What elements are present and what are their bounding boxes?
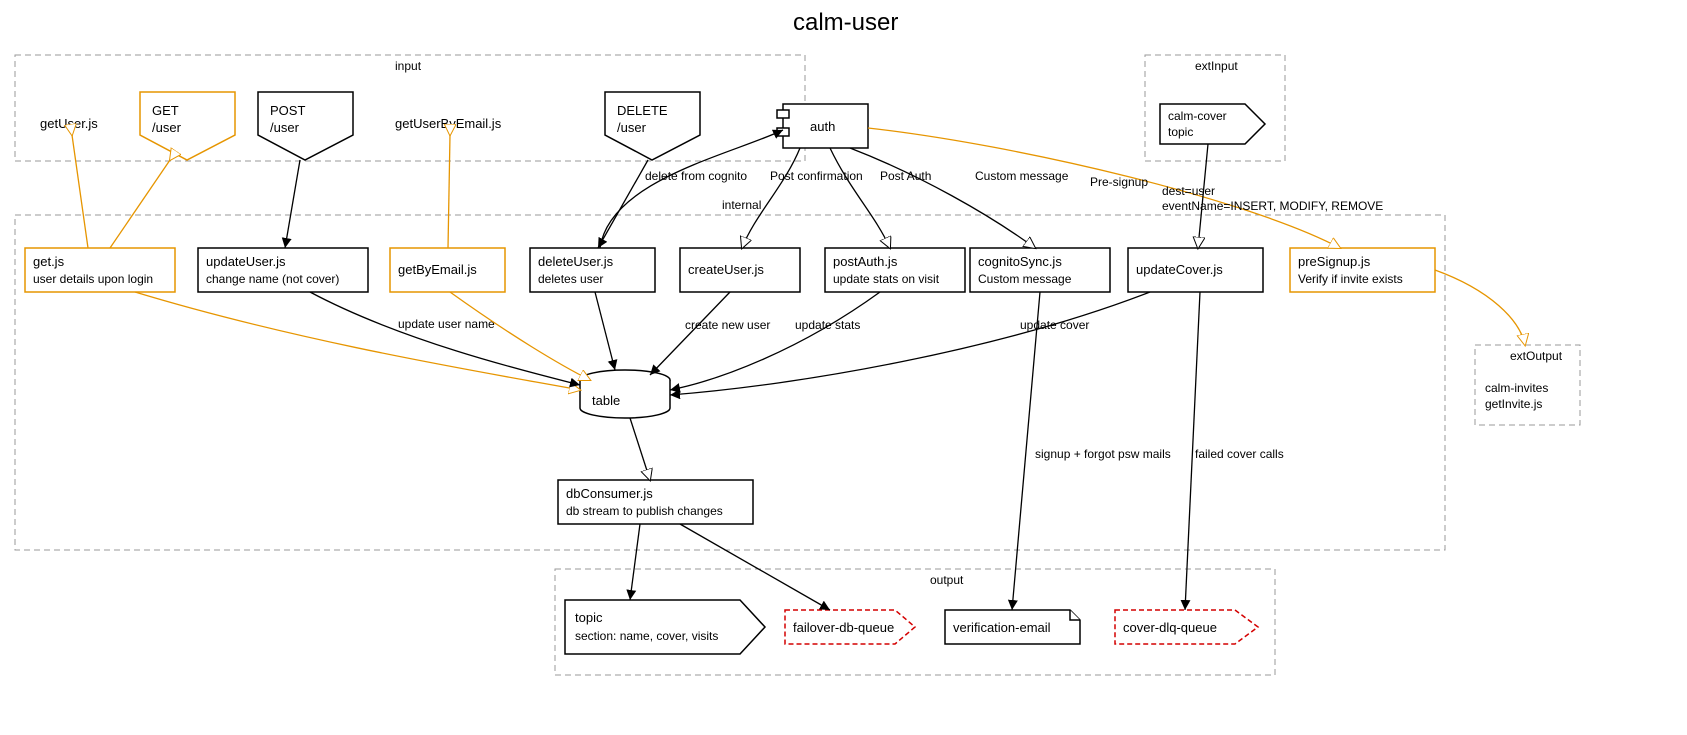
edge-label-signupforgot: signup + forgot psw mails bbox=[1035, 447, 1171, 461]
dbconsumer-box: dbConsumer.js db stream to publish chang… bbox=[558, 480, 753, 524]
svg-text:calm-cover: calm-cover bbox=[1168, 109, 1227, 123]
edge-deleteuser-table bbox=[595, 292, 615, 370]
label-getuser: getUser.js bbox=[40, 116, 98, 131]
edge-dbconsumer-topic bbox=[630, 524, 640, 600]
svg-text:GET: GET bbox=[152, 103, 179, 118]
svg-text:cover-dlq-queue: cover-dlq-queue bbox=[1123, 620, 1217, 635]
lambda-createuser: createUser.js bbox=[680, 248, 800, 292]
edge-dbconsumer-failover bbox=[680, 524, 830, 610]
edge-postauth-table bbox=[670, 292, 880, 390]
cluster-extoutput-label: extOutput bbox=[1510, 349, 1563, 363]
svg-text:POST: POST bbox=[270, 103, 305, 118]
page-title: calm-user bbox=[793, 9, 898, 36]
svg-text:updateUser.js: updateUser.js bbox=[206, 254, 286, 269]
label-getuserbyemail: getUserByEmail.js bbox=[395, 116, 502, 131]
extoutput-line2: getInvite.js bbox=[1485, 397, 1542, 411]
svg-text:dbConsumer.js: dbConsumer.js bbox=[566, 486, 653, 501]
edge-presignup-extoutput bbox=[1435, 270, 1525, 345]
output-topic: topic section: name, cover, visits bbox=[565, 600, 765, 654]
svg-text:getByEmail.js: getByEmail.js bbox=[398, 262, 477, 277]
svg-text:/user: /user bbox=[270, 120, 300, 135]
edge-auth-cognitosync bbox=[850, 148, 1035, 248]
svg-text:update stats on visit: update stats on visit bbox=[833, 272, 940, 286]
svg-text:/user: /user bbox=[152, 120, 182, 135]
svg-text:updateCover.js: updateCover.js bbox=[1136, 262, 1223, 277]
ext-input-topic: calm-cover topic bbox=[1160, 104, 1265, 144]
edge-label-custommsg: Custom message bbox=[975, 169, 1069, 183]
cluster-input-label: input bbox=[395, 59, 422, 73]
svg-text:DELETE: DELETE bbox=[617, 103, 668, 118]
svg-text:change name (not cover): change name (not cover) bbox=[206, 272, 339, 286]
svg-text:createUser.js: createUser.js bbox=[688, 262, 764, 277]
lambda-get: get.js user details upon login bbox=[25, 248, 175, 292]
edge-getjs-to-getuser bbox=[72, 135, 88, 248]
edge-post-updateuser bbox=[285, 160, 300, 248]
lambda-updateuser: updateUser.js change name (not cover) bbox=[198, 248, 368, 292]
table-cylinder: table bbox=[580, 370, 670, 418]
svg-text:get.js: get.js bbox=[33, 254, 65, 269]
svg-text:Verify if invite exists: Verify if invite exists bbox=[1298, 272, 1403, 286]
lambda-cognitosync: cognitoSync.js Custom message bbox=[970, 248, 1110, 292]
edge-label-updateusername: update user name bbox=[398, 317, 495, 331]
svg-text:preSignup.js: preSignup.js bbox=[1298, 254, 1371, 269]
svg-text:/user: /user bbox=[617, 120, 647, 135]
cluster-extinput-label: extInput bbox=[1195, 59, 1238, 73]
edge-table-dbconsumer bbox=[630, 418, 650, 480]
svg-text:deleteUser.js: deleteUser.js bbox=[538, 254, 614, 269]
edge-getbyemail bbox=[448, 135, 450, 248]
edge-label-delete-cognito: delete from cognito bbox=[645, 169, 747, 183]
extoutput-line1: calm-invites bbox=[1485, 381, 1548, 395]
edge-auth-postauth bbox=[830, 148, 890, 248]
edge-label-failedcover: failed cover calls bbox=[1195, 447, 1284, 461]
svg-text:Custom message: Custom message bbox=[978, 272, 1072, 286]
edge-label-updatecover: update cover bbox=[1020, 318, 1089, 332]
output-verification: verification-email bbox=[945, 610, 1080, 644]
lambda-deleteuser: deleteUser.js deletes user bbox=[530, 248, 655, 292]
edge-label-internal: internal bbox=[722, 198, 761, 212]
edge-label-createnewuser: create new user bbox=[685, 318, 770, 332]
lambda-updatecover: updateCover.js bbox=[1128, 248, 1263, 292]
svg-text:table: table bbox=[592, 393, 620, 408]
edge-getbyemail-table bbox=[450, 292, 590, 380]
svg-text:cognitoSync.js: cognitoSync.js bbox=[978, 254, 1062, 269]
edge-getjs-to-getpent bbox=[110, 160, 170, 248]
pentagon-get-user: GET /user bbox=[140, 92, 235, 160]
edge-updateuser-table bbox=[310, 292, 580, 385]
output-coverdlq: cover-dlq-queue bbox=[1115, 610, 1258, 644]
pentagon-post-user: POST /user bbox=[258, 92, 353, 160]
svg-text:postAuth.js: postAuth.js bbox=[833, 254, 898, 269]
output-failover: failover-db-queue bbox=[785, 610, 915, 644]
svg-text:auth: auth bbox=[810, 119, 835, 134]
edge-label-eventname: eventName=INSERT, MODIFY, REMOVE bbox=[1162, 199, 1383, 213]
auth-component: auth bbox=[777, 104, 868, 148]
cluster-output-label: output bbox=[930, 573, 964, 587]
edge-get-table bbox=[135, 292, 580, 390]
edge-label-updatestats: update stats bbox=[795, 318, 860, 332]
svg-text:verification-email: verification-email bbox=[953, 620, 1051, 635]
svg-text:user details upon login: user details upon login bbox=[33, 272, 153, 286]
svg-text:failover-db-queue: failover-db-queue bbox=[793, 620, 894, 635]
edge-delete-deleteuser bbox=[598, 160, 648, 248]
edge-updatecover-table bbox=[670, 292, 1150, 395]
edge-label-destuser: dest=user bbox=[1162, 184, 1215, 198]
lambda-presignup: preSignup.js Verify if invite exists bbox=[1290, 248, 1435, 292]
svg-text:deletes user: deletes user bbox=[538, 272, 603, 286]
lambda-postauth: postAuth.js update stats on visit bbox=[825, 248, 965, 292]
svg-text:db stream to publish changes: db stream to publish changes bbox=[566, 504, 723, 518]
edge-label-presignup: Pre-signup bbox=[1090, 175, 1148, 189]
edge-createuser-table bbox=[650, 292, 730, 375]
lambda-getbyemail: getByEmail.js bbox=[390, 248, 505, 292]
svg-text:topic: topic bbox=[1168, 125, 1193, 139]
pentagon-delete-user: DELETE /user bbox=[605, 92, 700, 160]
svg-text:topic: topic bbox=[575, 610, 603, 625]
svg-text:section: name, cover, visits: section: name, cover, visits bbox=[575, 629, 718, 643]
